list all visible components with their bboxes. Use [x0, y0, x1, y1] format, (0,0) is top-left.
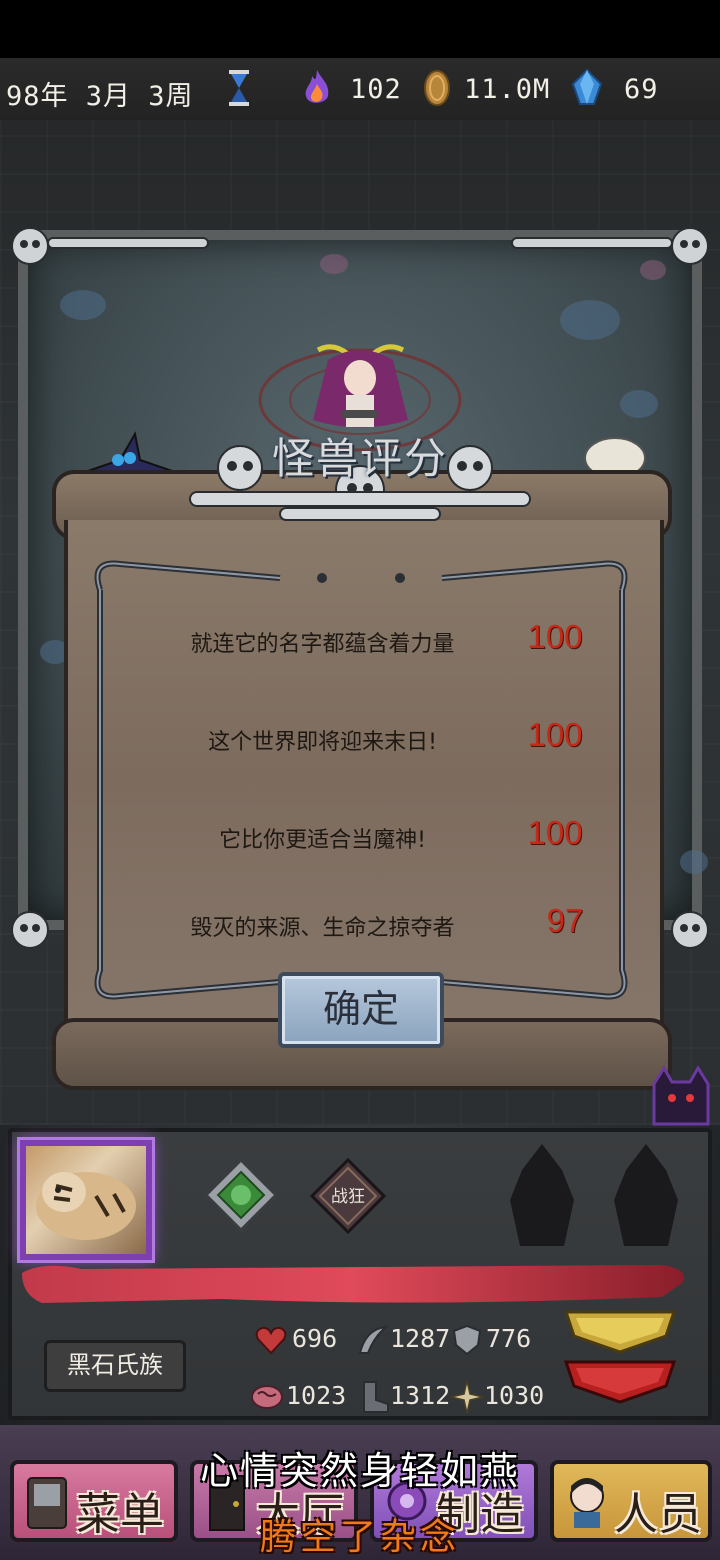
stone-bubble [60, 290, 106, 320]
score-row-value: 100 [527, 814, 583, 851]
score-row: 它比你更适合当魔神! 100 [150, 814, 600, 864]
status-bar [0, 0, 720, 58]
boot-icon [363, 1381, 389, 1413]
fire-icon [305, 70, 329, 103]
score-row-label: 毁灭的来源、生命之掠夺者 [190, 916, 455, 941]
attack-stat: 1287 [390, 1324, 451, 1353]
score-row-label: 就连它的名字都蕴含着力量 [190, 632, 455, 657]
clan-tag[interactable]: 黑石氏族 [44, 1340, 186, 1392]
score-row-value: 97 [546, 902, 584, 939]
score-row-value: 100 [527, 716, 583, 753]
locked-slot-silhouette[interactable] [596, 1140, 696, 1250]
speed-stat: 1312 [390, 1381, 451, 1410]
magic-stat: 1030 [484, 1381, 545, 1410]
score-row-value: 100 [527, 618, 583, 655]
upgrade-rank-red-icon[interactable] [562, 1356, 678, 1406]
imp-creature-icon [652, 1065, 710, 1126]
resource-hud: 98年 3月 3周 102 11.0M 69 [0, 58, 720, 120]
score-row: 就连它的名字都蕴含着力量 100 [150, 618, 600, 668]
date-label: 98年 3月 3周 [6, 81, 194, 112]
score-row: 这个世界即将迎来末日! 100 [150, 716, 600, 766]
fire-counter: 102 [350, 74, 402, 105]
hp-stat: 696 [292, 1324, 338, 1353]
orc-faction-badge-icon[interactable] [204, 1158, 278, 1232]
dialog-title: 怪兽评分 [271, 434, 448, 483]
hourglass-icon [229, 70, 249, 106]
mood-toast-line2: 腾空了杂念 [259, 1517, 460, 1558]
claw-icon [358, 1325, 390, 1354]
gold-counter: 11.0M [464, 74, 551, 105]
confirm-button[interactable]: 确定 [278, 972, 444, 1048]
score-row-label: 它比你更适合当魔神! [219, 828, 426, 853]
trait-badge-label: 战狂 [331, 1187, 365, 1207]
intellect-stat: 1023 [286, 1381, 347, 1410]
sparkle-icon [450, 1380, 484, 1414]
locked-slot-silhouette[interactable] [492, 1140, 592, 1250]
score-row: 毁灭的来源、生命之掠夺者 97 [150, 902, 600, 952]
heart-icon [255, 1326, 287, 1355]
skull-bone-trim-top [11, 227, 709, 265]
shield-icon [452, 1324, 482, 1356]
brain-icon [251, 1385, 283, 1409]
game-screen: 98年 3月 3周 102 11.0M 69 怪兽评分 就连它的名字都蕴含着力量… [0, 0, 720, 1560]
stone-bubble [620, 390, 658, 418]
crystal-icon [571, 68, 603, 105]
mood-toast-line1: 心情突然身轻如燕 [199, 1449, 520, 1493]
upgrade-rank-gold-icon[interactable] [562, 1306, 678, 1356]
monster-portrait[interactable] [20, 1140, 152, 1260]
gold-coin-icon [424, 70, 450, 106]
stone-bubble [680, 850, 708, 874]
score-row-label: 这个世界即将迎来末日! [208, 730, 437, 755]
stone-bubble [560, 300, 620, 340]
health-bar [22, 1265, 684, 1303]
tiger-portrait-icon [36, 1172, 136, 1240]
crystal-counter: 69 [624, 74, 659, 105]
defense-stat: 776 [486, 1324, 532, 1353]
